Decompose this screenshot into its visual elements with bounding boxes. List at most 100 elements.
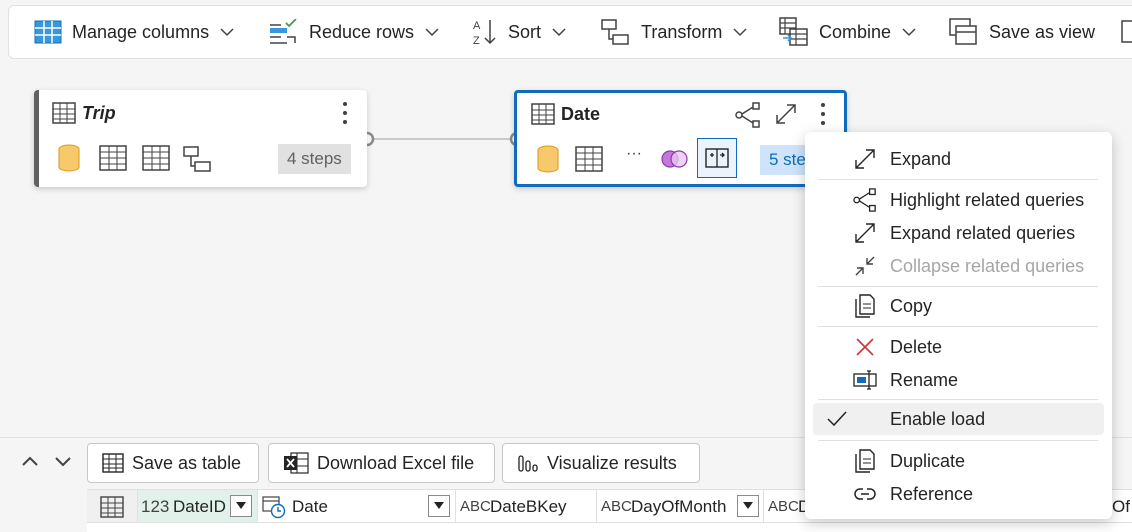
excel-icon <box>284 452 309 474</box>
reduce-rows-button[interactable]: Reduce rows <box>269 6 440 58</box>
chevron-down-icon <box>902 28 916 37</box>
menu-item-label: Enable load <box>890 408 986 429</box>
column-dropdown[interactable] <box>428 495 450 517</box>
combine-button[interactable]: Combine <box>779 6 917 58</box>
expand-icon <box>855 149 875 169</box>
menu-item-highlight-related[interactable]: Highlight related queries <box>805 184 1112 216</box>
document-icon <box>1121 20 1132 43</box>
menu-item-copy[interactable]: Copy <box>805 290 1112 322</box>
overflow-toolbar-button[interactable] <box>1119 6 1132 58</box>
menu-item-label: Collapse related queries <box>890 255 1085 276</box>
merge-icon <box>661 150 688 168</box>
chevron-down-icon <box>552 28 566 37</box>
menu-item-label: Expand related queries <box>890 222 1076 243</box>
save-as-table-button[interactable]: Save as table <box>87 443 259 483</box>
menu-item-expand[interactable]: Expand <box>805 143 1112 175</box>
menu-item-label: Highlight related queries <box>890 189 1085 210</box>
transform-icon <box>183 146 211 172</box>
menu-item-collapse-related[interactable]: Collapse related queries <box>805 250 1112 282</box>
columns-grid-icon <box>34 20 62 44</box>
manage-columns-button[interactable]: Manage columns <box>34 6 235 58</box>
column-dropdown[interactable] <box>737 495 759 517</box>
more-vertical-icon[interactable] <box>817 101 829 129</box>
copy-icon <box>855 294 875 318</box>
query-card-trip[interactable]: Trip 4 steps <box>34 90 367 187</box>
share-icon[interactable] <box>735 102 761 128</box>
column-header-date[interactable]: Date <box>258 490 456 523</box>
menu-item-label: Reference <box>890 483 974 504</box>
delete-icon <box>856 338 874 356</box>
download-excel-button[interactable]: Download Excel file <box>268 443 495 483</box>
column-dropdown[interactable] <box>230 495 252 517</box>
save-as-view-button[interactable]: Save as view <box>949 6 1095 58</box>
column-header-dateid[interactable]: 123 DateID <box>138 490 258 523</box>
menu-item-rename[interactable]: Rename <box>805 364 1112 396</box>
menu-item-delete[interactable]: Delete <box>805 331 1112 363</box>
context-menu: Expand Highlight related queries Expand … <box>805 132 1112 519</box>
menu-item-duplicate[interactable]: Duplicate <box>805 445 1112 477</box>
svg-text:Z: Z <box>473 35 480 46</box>
selected-step[interactable] <box>697 138 737 178</box>
table-icon <box>575 146 603 172</box>
database-icon <box>58 144 80 172</box>
sort-label: Sort <box>508 21 542 42</box>
query-card-date[interactable]: Date ··· 5 steps <box>514 90 847 187</box>
menu-item-reference[interactable]: Reference <box>805 478 1112 510</box>
column-header-dayofmonth[interactable]: ABC DayOfMonth <box>597 490 764 523</box>
svg-text:A: A <box>473 20 481 32</box>
chevron-down-icon[interactable] <box>53 454 73 468</box>
collapse-icon <box>855 256 875 276</box>
steps-badge[interactable]: 4 steps <box>278 144 351 174</box>
transform-button[interactable]: Transform <box>601 6 748 58</box>
chevron-down-icon <box>733 28 747 37</box>
text-type-icon: ABC <box>460 498 491 515</box>
menu-item-label: Duplicate <box>890 450 966 471</box>
menu-item-label: Expand <box>890 148 952 169</box>
combine-icon <box>779 17 808 46</box>
expand-icon[interactable] <box>774 102 798 126</box>
column-header-datebkey[interactable]: ABC DateBKey <box>456 490 597 523</box>
filter-rows-icon <box>270 19 297 44</box>
menu-divider <box>818 326 1098 327</box>
table-icon <box>100 495 124 518</box>
card-title: Date <box>561 104 601 124</box>
chevron-down-icon <box>425 28 439 37</box>
save-as-view-label: Save as view <box>989 21 1096 42</box>
more-vertical-icon[interactable] <box>339 100 351 128</box>
column-name: DateBKey <box>490 496 567 516</box>
select-all-cell[interactable] <box>87 490 138 523</box>
card-title: Trip <box>82 103 116 123</box>
visualize-results-button[interactable]: Visualize results <box>502 443 700 483</box>
chevron-up-icon[interactable] <box>20 454 40 468</box>
number-type-icon: 123 <box>141 496 170 516</box>
more-steps-indicator[interactable]: ··· <box>626 145 642 163</box>
text-type-icon: ABC <box>601 498 632 515</box>
column-name: DateID <box>173 496 226 516</box>
menu-item-label: Copy <box>890 295 933 316</box>
check-icon <box>827 411 847 427</box>
reduce-rows-label: Reduce rows <box>309 21 415 42</box>
query-connector <box>359 131 525 147</box>
save-as-table-label: Save as table <box>132 452 242 473</box>
column-name: DayOfMonth <box>631 496 727 516</box>
column-name: Date <box>292 496 328 516</box>
expand-icon <box>855 223 875 243</box>
text-type-icon: ABC <box>768 498 799 515</box>
menu-item-expand-related[interactable]: Expand related queries <box>805 217 1112 249</box>
menu-divider <box>818 399 1098 400</box>
menu-item-enable-load[interactable]: Enable load <box>813 403 1104 435</box>
transform-label: Transform <box>641 21 723 42</box>
menu-divider <box>818 440 1098 441</box>
manage-columns-label: Manage columns <box>72 21 210 42</box>
table-icon <box>142 145 170 171</box>
sort-button[interactable]: A Z Sort <box>472 6 567 58</box>
share-icon <box>853 188 876 212</box>
rename-icon <box>853 370 877 390</box>
caret-down-icon <box>743 502 753 509</box>
combine-label: Combine <box>819 21 892 42</box>
bar-chart-icon <box>518 455 538 472</box>
duplicate-icon <box>855 449 875 473</box>
ribbon-toolbar: Manage columns Reduce rows A Z Sort Tran… <box>0 0 1132 61</box>
database-icon <box>537 145 559 173</box>
column-name: Of <box>1112 496 1130 516</box>
